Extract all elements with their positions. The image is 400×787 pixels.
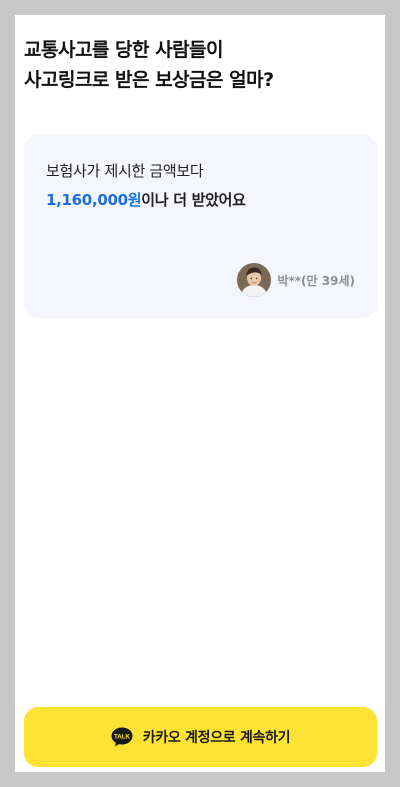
page-title-line-2: 사고링크로 받은 보상금은 얼마? [24, 69, 274, 91]
kakao-talk-icon: TALK [111, 727, 133, 747]
kakao-login-button[interactable]: TALK 카카오 계정으로 계속하기 [24, 707, 377, 767]
compensation-amount: 1,160,000원 [46, 191, 142, 209]
review-text-suffix: 이나 더 받았어요 [141, 191, 246, 209]
review-text-line-1: 보험사가 제시한 금액보다 [46, 162, 204, 180]
kakao-login-label: 카카오 계정으로 계속하기 [142, 730, 291, 746]
svg-text:TALK: TALK [114, 733, 131, 740]
page-title: 교통사고를 당한 사람들이 사고링크로 받은 보상금은 얼마? [24, 35, 376, 95]
review-text-line-2: 1,160,000원이나 더 받았어요 [46, 189, 246, 210]
page-title-line-1: 교통사고를 당한 사람들이 [24, 39, 224, 61]
user-avatar-photo [237, 263, 272, 297]
app-screen: 교통사고를 당한 사람들이 사고링크로 받은 보상금은 얼마? 보험사가 제시한… [15, 15, 385, 772]
reviewer-name: 박**(만 39세) [277, 273, 355, 288]
reviewer-info: 박**(만 39세) [237, 263, 355, 297]
review-card: 보험사가 제시한 금액보다 1,160,000원이나 더 받았어요 박**(만 … [24, 135, 377, 318]
